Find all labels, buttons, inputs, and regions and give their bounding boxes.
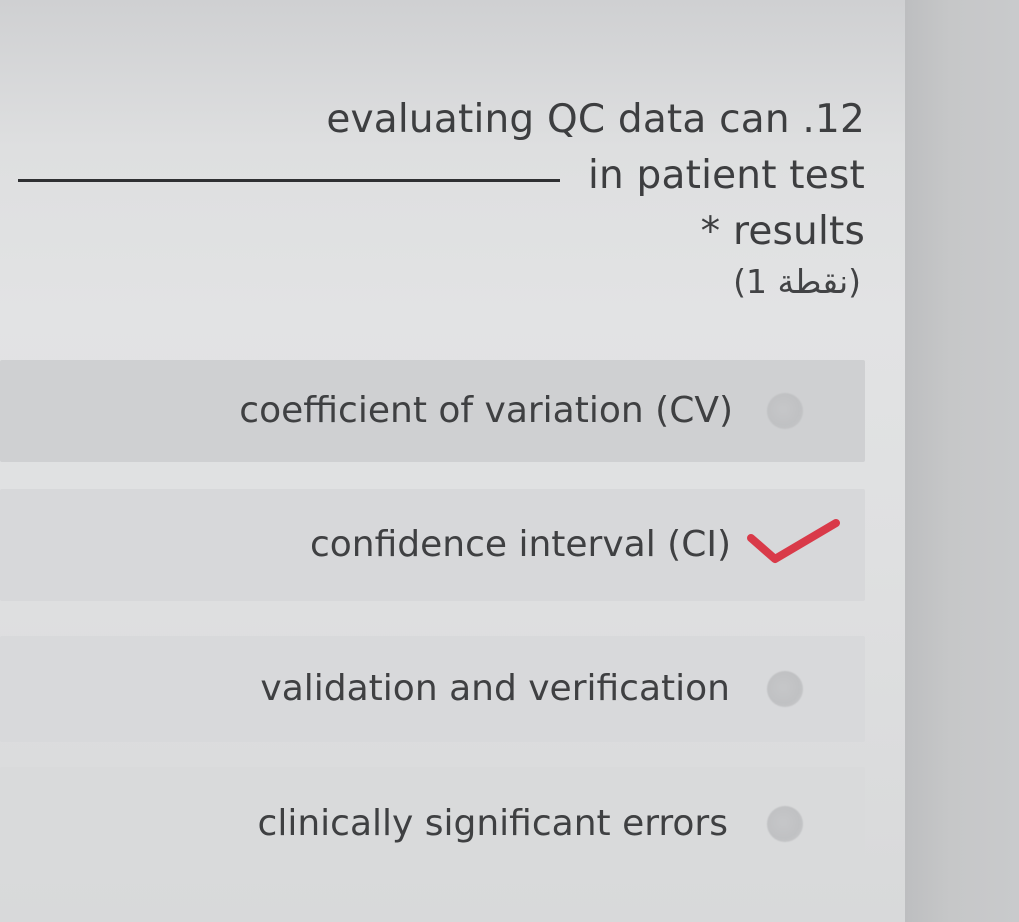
question-line-3: * results [700, 209, 865, 254]
answer-option-errors[interactable]: clinically significant errors [0, 767, 865, 881]
radio-button-icon[interactable] [767, 393, 803, 429]
answer-option-label: coefficient of variation (CV) [239, 390, 733, 431]
question-points: (1 نقطة) [733, 262, 861, 301]
answer-option-label: confidence interval (CI) [309, 524, 731, 565]
answer-option-ci[interactable]: confidence interval (CI) [0, 489, 865, 601]
radio-button-icon[interactable] [767, 671, 803, 707]
answer-option-validation[interactable]: validation and verification [0, 636, 865, 742]
question-line-1: evaluating QC data can .12 [326, 97, 865, 142]
page-right-edge [905, 0, 1019, 922]
question-block: evaluating QC data can .12 in patient te… [18, 92, 865, 322]
answer-option-label: validation and verification [260, 668, 730, 709]
question-line-2: in patient test [587, 153, 865, 198]
radio-button-icon[interactable] [767, 806, 803, 842]
answer-option-label: clinically significant errors [257, 803, 728, 844]
check-mark-icon[interactable] [747, 514, 843, 576]
answer-option-cv[interactable]: coefficient of variation (CV) [0, 360, 865, 462]
question-text: evaluating QC data can .12 in patient te… [326, 92, 865, 260]
